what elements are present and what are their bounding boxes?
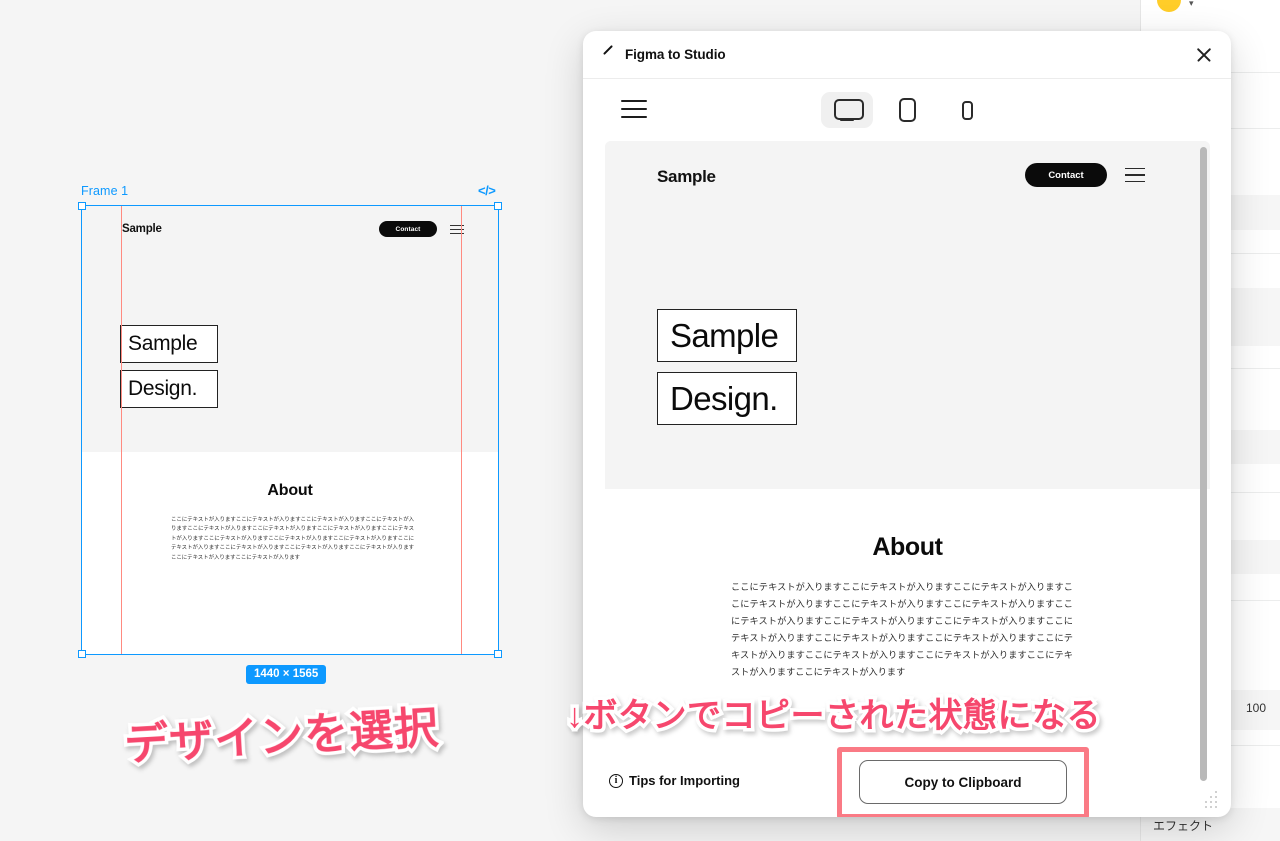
frame-logo: Sample (122, 223, 162, 235)
preview-scrollbar[interactable] (1200, 147, 1207, 781)
preview-headline-2: Design. (670, 379, 778, 417)
resize-handle-top-left[interactable] (78, 202, 86, 210)
mobile-icon (961, 100, 973, 120)
frame-headline-box-2: Design. (120, 370, 218, 408)
preview-about-title: About (872, 533, 943, 561)
app-root: Frame 1 </> Sample Contact Sample Design… (0, 0, 1280, 841)
device-mobile-button[interactable] (941, 92, 993, 128)
chevron-down-icon[interactable]: ▾ (1189, 0, 1194, 9)
dev-mode-icon[interactable]: </> (478, 183, 496, 198)
frame-headline-2: Design. (128, 377, 198, 400)
preview-about-body: ここにテキストが入りますここにテキストが入りますここにテキストが入りますここにテ… (731, 582, 1073, 678)
preview-hamburger-icon (1125, 168, 1145, 183)
info-icon: i (609, 773, 623, 788)
copy-button-wrapper: Copy to Clipboard (837, 747, 1089, 817)
avatar[interactable] (1155, 0, 1183, 14)
effects-label: エフェクト (1153, 819, 1214, 833)
resize-handle-bottom-left[interactable] (78, 650, 86, 658)
frame-name-label[interactable]: Frame 1 (81, 184, 128, 198)
frame-selection-outline: Sample Contact Sample Design. About ここにテ… (78, 202, 502, 658)
frame-dimensions-badge: 1440 × 1565 (246, 665, 327, 684)
opacity-value[interactable]: 100 (1246, 701, 1266, 715)
preview-headline-box-2: Design. (657, 372, 797, 425)
layout-guide-left (121, 206, 122, 654)
dialog-footer: i Tips for Importing Copy to Clipboard (583, 747, 1231, 817)
preview-headline-1: Sample (670, 316, 779, 354)
preview-contact-button: Contact (1025, 163, 1107, 187)
resize-handle-top-right[interactable] (494, 202, 502, 210)
frame-headline-1: Sample (128, 332, 198, 355)
layout-guide-right (461, 206, 462, 654)
frame-about-title: About (267, 482, 313, 499)
preview-logo: Sample (657, 167, 716, 186)
frame-about-body: ここにテキストが入りますここにテキストが入りますここにテキストが入りますここにテ… (171, 517, 414, 561)
device-tablet-button[interactable] (881, 92, 933, 128)
close-icon[interactable] (1193, 44, 1215, 66)
frame-contact-button: Contact (379, 221, 437, 237)
selected-frame[interactable]: Sample Contact Sample Design. About ここにテ… (78, 202, 502, 658)
device-desktop-button[interactable] (821, 92, 873, 128)
dialog-toolbar (583, 79, 1231, 141)
desktop-icon (834, 99, 864, 121)
preview-headline-box-1: Sample (657, 309, 797, 362)
resize-grip[interactable] (1205, 791, 1219, 808)
tablet-icon (898, 98, 916, 122)
annotation-select-design: デザインを選択 (120, 700, 444, 774)
frame-headline-box-1: Sample (120, 325, 218, 363)
hamburger-menu-icon[interactable] (621, 100, 647, 118)
dialog-header: Figma to Studio (583, 31, 1231, 79)
dialog-title: Figma to Studio (625, 47, 726, 62)
resize-handle-bottom-right[interactable] (494, 650, 502, 658)
plugin-icon (597, 44, 619, 66)
tips-label: Tips for Importing (629, 773, 740, 788)
device-size-switcher (821, 92, 993, 128)
annotation-copy-state: ↓ボタンでコピーされた状態になる (563, 694, 1105, 739)
tips-for-importing-link[interactable]: i Tips for Importing (609, 773, 740, 788)
copy-to-clipboard-button[interactable]: Copy to Clipboard (859, 760, 1067, 804)
